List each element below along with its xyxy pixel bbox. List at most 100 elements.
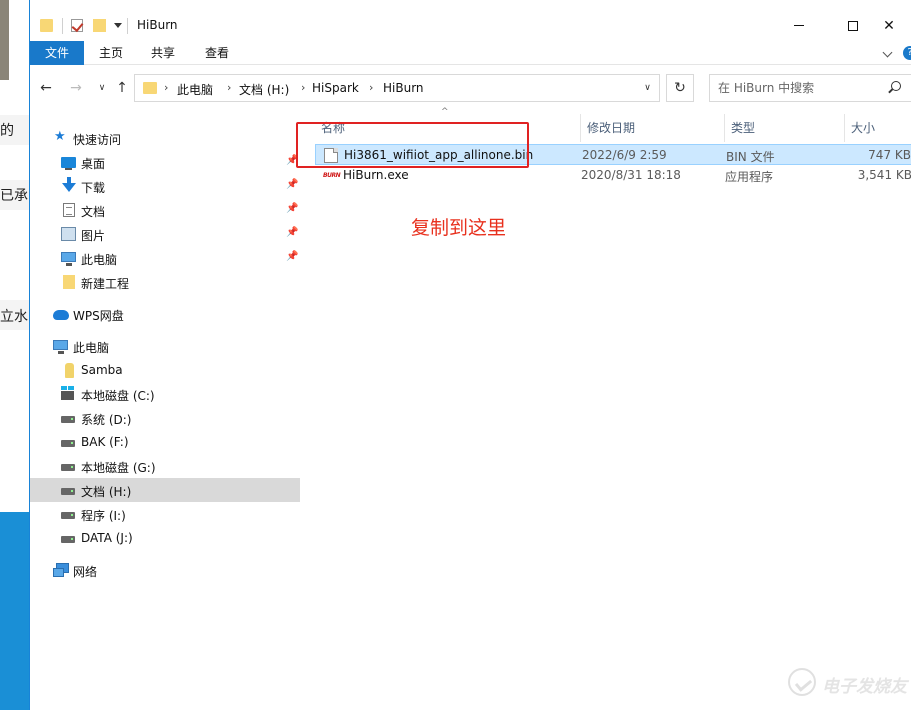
annotation-text: 复制到这里 [411, 217, 507, 239]
explorer-window: HiBurn ✕ 文件 主页 共享 查看 ? ← → ∨ ↑ › 此电脑 › 文… [29, 0, 911, 710]
sidebar-item-drive-g[interactable]: 本地磁盘 (G:) [30, 454, 300, 478]
toolbar-separator [127, 18, 128, 34]
folder-icon [63, 275, 75, 289]
customize-quick-access-icon[interactable] [114, 23, 122, 28]
column-header-size[interactable]: 大小 [845, 114, 911, 138]
sidebar-item-quick-access[interactable]: ★ 快速访问 [30, 126, 300, 150]
background-text: 立水 [0, 309, 28, 325]
file-name: HiBurn.exe [343, 168, 409, 182]
properties-icon[interactable] [71, 19, 83, 32]
help-icon[interactable]: ? [903, 46, 911, 60]
computer-icon [53, 340, 68, 354]
sidebar-item-downloads[interactable]: 下载 📌 [30, 174, 300, 198]
column-header-date[interactable]: 修改日期 [581, 114, 725, 142]
navigation-pane[interactable]: ★ 快速访问 桌面 📌 下载 📌 文档 📌 图片 📌 此电脑 📌 新建工程 WP… [30, 110, 302, 710]
maximize-icon [848, 20, 858, 31]
sidebar-item-this-pc[interactable]: 此电脑 [30, 334, 300, 358]
search-input[interactable] [710, 75, 880, 101]
sidebar-item-label: 图片 [81, 229, 106, 243]
background-thumbnail [0, 0, 9, 80]
sidebar-item-label: 快速访问 [73, 133, 122, 147]
sidebar-item-label: 此电脑 [73, 341, 110, 355]
sidebar-item-drive-j[interactable]: DATA (J:) [30, 526, 300, 550]
desktop-icon [61, 157, 76, 170]
sidebar-item-drive-c[interactable]: 本地磁盘 (C:) [30, 382, 300, 406]
expand-ribbon-icon[interactable] [882, 47, 893, 58]
address-bar[interactable]: › 此电脑 › 文档 (H:) › HiSpark › HiBurn [134, 74, 660, 102]
close-button[interactable]: ✕ [866, 10, 911, 41]
sidebar-item-pictures[interactable]: 图片 📌 [30, 222, 300, 246]
forward-button[interactable]: → [66, 78, 86, 98]
sidebar-item-documents[interactable]: 文档 📌 [30, 198, 300, 222]
navigation-bar: ← → ∨ ↑ › 此电脑 › 文档 (H:) › HiSpark › HiBu… [30, 66, 911, 110]
cloud-icon [53, 310, 69, 320]
sidebar-item-this-pc-quick[interactable]: 此电脑 📌 [30, 246, 300, 270]
file-date: 2022/6/9 2:59 [582, 148, 667, 162]
drive-icon [61, 440, 75, 447]
folder-icon [40, 19, 53, 32]
sidebar-item-label: WPS网盘 [73, 309, 124, 323]
column-header-type[interactable]: 类型 [725, 114, 845, 142]
background-window: 的 已承 立水 [0, 0, 29, 710]
window-title: HiBurn [137, 18, 178, 32]
breadcrumb-item[interactable]: 文档 (H:) [239, 81, 289, 98]
search-box[interactable] [709, 74, 911, 102]
pin-icon[interactable]: 📌 [286, 203, 298, 214]
breadcrumb-item[interactable]: 此电脑 [177, 81, 213, 98]
sidebar-item-new-project[interactable]: 新建工程 [30, 270, 300, 294]
search-icon[interactable] [891, 81, 901, 91]
sidebar-item-drive-f[interactable]: BAK (F:) [30, 430, 300, 454]
breadcrumb-separator[interactable]: › [164, 81, 168, 94]
up-button[interactable]: ↑ [112, 78, 132, 98]
drive-icon [61, 416, 75, 423]
windows-drive-icon [61, 386, 74, 400]
breadcrumb-item[interactable]: HiSpark [312, 81, 359, 95]
minimize-button[interactable] [776, 10, 822, 41]
download-icon [62, 177, 76, 192]
sidebar-item-label: 系统 (D:) [81, 413, 132, 427]
tab-view[interactable]: 查看 [202, 41, 232, 65]
minimize-icon [794, 25, 804, 26]
breadcrumb-item[interactable]: HiBurn [383, 81, 424, 95]
breadcrumb-separator[interactable]: › [301, 81, 305, 94]
ribbon: 文件 主页 共享 查看 ? [30, 41, 911, 65]
highlight-box [296, 122, 529, 168]
back-button[interactable]: ← [36, 78, 56, 98]
folder-icon [143, 82, 157, 94]
refresh-button[interactable]: ↻ [666, 74, 694, 102]
pin-icon[interactable]: 📌 [286, 179, 298, 190]
sidebar-item-drive-d[interactable]: 系统 (D:) [30, 406, 300, 430]
sidebar-item-wps-cloud[interactable]: WPS网盘 [30, 302, 300, 326]
sidebar-item-drive-i[interactable]: 程序 (I:) [30, 502, 300, 526]
tab-file[interactable]: 文件 [30, 41, 84, 65]
new-folder-icon[interactable] [93, 19, 106, 32]
sidebar-item-label: 文档 [81, 205, 106, 219]
watermark-logo-icon [788, 668, 816, 696]
sidebar-item-desktop[interactable]: 桌面 📌 [30, 150, 300, 174]
pin-icon[interactable]: 📌 [286, 227, 298, 238]
pin-icon[interactable]: 📌 [286, 251, 298, 262]
sidebar-item-label: 文档 (H:) [81, 485, 132, 499]
sidebar-item-label: 下载 [81, 181, 106, 195]
file-row[interactable]: BURN HiBurn.exe 2020/8/31 18:18 应用程序 3,5… [315, 165, 911, 186]
sidebar-item-network[interactable]: 网络 [30, 558, 300, 582]
sidebar-item-drive-h[interactable]: 文档 (H:) [30, 478, 300, 502]
file-list[interactable]: ^ 名称 修改日期 类型 大小 Hi3861_wifiiot_app_allin… [302, 107, 911, 710]
sidebar-item-label: 程序 (I:) [81, 509, 126, 523]
file-size: 3,541 KB [857, 168, 911, 182]
computer-icon [61, 252, 76, 266]
title-bar[interactable]: HiBurn ✕ [30, 10, 911, 41]
sidebar-item-samba[interactable]: Samba [30, 358, 300, 382]
background-desktop [0, 512, 29, 710]
sidebar-item-label: 网络 [73, 565, 98, 579]
sidebar-item-label: 新建工程 [81, 277, 130, 291]
breadcrumb-separator[interactable]: › [369, 81, 373, 94]
pictures-icon [61, 227, 76, 241]
address-dropdown-button[interactable]: ∨ [636, 74, 660, 102]
tab-share[interactable]: 共享 [148, 41, 178, 65]
drive-icon [61, 512, 75, 519]
tab-home[interactable]: 主页 [96, 41, 126, 65]
recent-locations-button[interactable]: ∨ [92, 78, 112, 98]
breadcrumb-separator[interactable]: › [227, 81, 231, 94]
sidebar-item-label: BAK (F:) [81, 435, 129, 449]
